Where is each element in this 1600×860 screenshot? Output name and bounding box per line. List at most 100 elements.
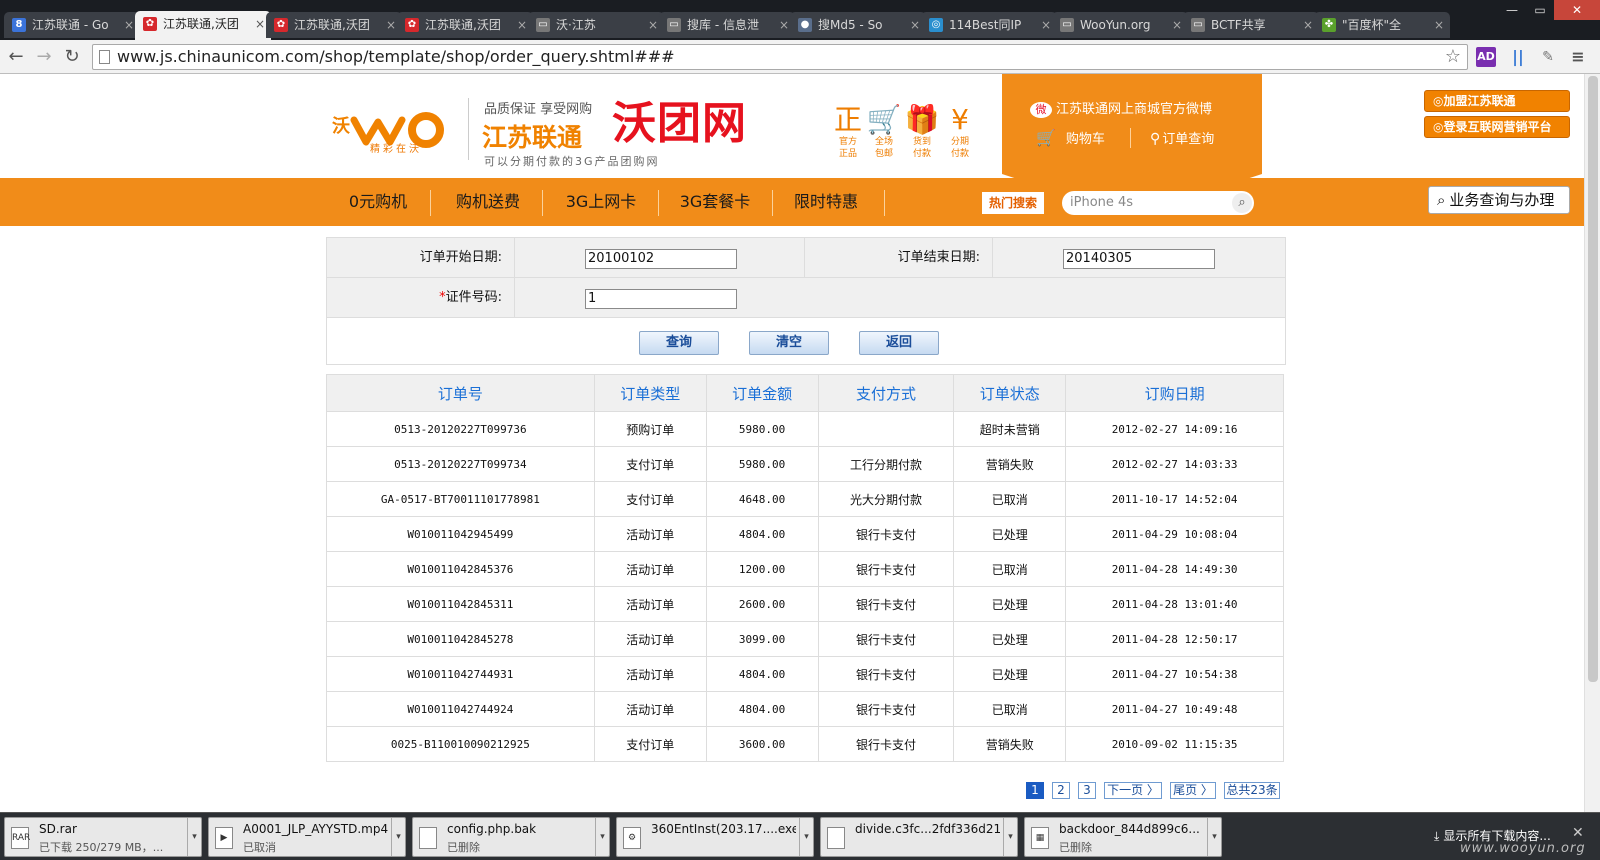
- download-arrow-icon: ⤓: [1434, 829, 1440, 843]
- table-cell: 活动订单: [593, 586, 707, 622]
- chevron-down-icon[interactable]: ▾: [799, 818, 813, 856]
- business-query-button[interactable]: ⌕ 业务查询与办理: [1428, 186, 1570, 214]
- nav-3g-data-card[interactable]: 3G上网卡: [546, 178, 656, 226]
- start-date-label: 订单开始日期:: [327, 238, 515, 278]
- tab-close-icon[interactable]: ×: [1041, 12, 1051, 38]
- nav-flash-sale[interactable]: 限时特惠: [774, 178, 878, 226]
- table-cell: 4648.00: [705, 481, 819, 517]
- next-page-button[interactable]: 下一页 〉: [1104, 782, 1162, 799]
- download-item[interactable]: config.php.bak 已删除 ▾: [412, 817, 610, 857]
- download-filename: config.php.bak: [447, 822, 537, 836]
- page-2[interactable]: 2: [1052, 782, 1070, 799]
- weibo-link[interactable]: 微江苏联通网上商城官方微博: [1030, 98, 1212, 118]
- page-3[interactable]: 3: [1078, 782, 1096, 799]
- search-input[interactable]: iPhone 4s: [1062, 191, 1254, 215]
- tab-close-icon[interactable]: ×: [1434, 12, 1444, 38]
- browser-tab[interactable]: ◎ 114Best同IP ×: [921, 12, 1057, 38]
- tab-close-icon[interactable]: ×: [1303, 12, 1313, 38]
- join-unicom-button[interactable]: ◎加盟江苏联通: [1424, 90, 1570, 112]
- weibo-icon: 微: [1030, 102, 1052, 118]
- tab-close-icon[interactable]: ×: [517, 12, 527, 38]
- table-cell: W010011042945499: [326, 516, 595, 552]
- download-status: 已删除: [447, 841, 480, 854]
- browser-tab[interactable]: 8 江苏联通 - Go ×: [4, 12, 140, 38]
- file-icon: ▶: [215, 827, 233, 849]
- tab-close-icon[interactable]: ×: [779, 12, 789, 38]
- reload-icon[interactable]: ↻: [60, 45, 84, 69]
- download-item[interactable]: divide.c3fc...2fdf336d21 ▾: [820, 817, 1018, 857]
- file-icon: ⚙: [623, 827, 641, 849]
- header-divider: [468, 98, 469, 160]
- marketing-login-button[interactable]: ◎登录互联网营销平台: [1424, 116, 1570, 138]
- end-date-input[interactable]: 20140305: [1063, 249, 1215, 269]
- browser-tab[interactable]: ● 搜Md5 - So ×: [790, 12, 926, 38]
- address-bar[interactable]: www.js.chinaunicom.com/shop/template/sho…: [92, 44, 1468, 70]
- download-shelf: RAR SD.rar 已下载 250/279 MB，... ▾ ▶ A0001_JLP_A…: [0, 812, 1600, 860]
- nav-phone-gift[interactable]: 购机送费: [436, 178, 540, 226]
- close-window-button[interactable]: ✕: [1554, 0, 1600, 20]
- tab-favicon-icon: ✿: [405, 18, 419, 32]
- browser-tab[interactable]: ▭ 沃·江苏 ×: [528, 12, 664, 38]
- table-cell: W010011042845278: [326, 621, 595, 657]
- browser-tab[interactable]: ✤ "百度杯"全 ×: [1314, 12, 1450, 38]
- browser-tab[interactable]: ✿ 江苏联通,沃团 ×: [266, 12, 402, 38]
- download-item[interactable]: RAR SD.rar 已下载 250/279 MB，... ▾: [4, 817, 202, 857]
- back-button[interactable]: 返回: [859, 331, 939, 355]
- chevron-down-icon[interactable]: ▾: [187, 818, 201, 856]
- last-page-button[interactable]: 尾页 〉: [1170, 782, 1216, 799]
- table-cell: 活动订单: [593, 656, 707, 692]
- browser-tab[interactable]: ▭ 搜库 - 信息泄 ×: [659, 12, 795, 38]
- chevron-down-icon[interactable]: ▾: [391, 818, 405, 856]
- id-number-input[interactable]: 1: [585, 289, 737, 309]
- back-arrow-icon[interactable]: ←: [4, 45, 28, 69]
- extension-bars-icon[interactable]: ||: [1508, 47, 1528, 67]
- adblock-extension-icon[interactable]: AD: [1476, 47, 1496, 67]
- nav-zero-yuan-phone[interactable]: 0元购机: [330, 178, 426, 226]
- cart-link[interactable]: 🛒 购物车: [1036, 128, 1105, 147]
- minimize-button[interactable]: —: [1498, 0, 1526, 20]
- tab-close-icon[interactable]: ×: [648, 12, 658, 38]
- scrollbar-thumb[interactable]: [1588, 76, 1598, 682]
- extension-tool-icon[interactable]: ✎: [1538, 47, 1558, 67]
- download-item[interactable]: ▦ backdoor_844d899c6... 已删除 ▾: [1024, 817, 1222, 857]
- maximize-button[interactable]: ▭: [1526, 0, 1554, 20]
- forward-arrow-icon[interactable]: →: [32, 45, 56, 69]
- url-text[interactable]: www.js.chinaunicom.com/shop/template/sho…: [117, 45, 675, 69]
- tab-close-icon[interactable]: ×: [910, 12, 920, 38]
- tab-close-icon[interactable]: ×: [255, 11, 265, 37]
- search-icon[interactable]: ⌕: [1232, 193, 1252, 213]
- yuan-icon: ¥: [951, 103, 969, 136]
- order-query-link[interactable]: ⚲ 订单查询: [1150, 128, 1214, 147]
- nav-3g-plan-card[interactable]: 3G套餐卡: [660, 178, 770, 226]
- chevron-down-icon[interactable]: ▾: [1003, 818, 1017, 856]
- chevron-down-icon[interactable]: ▾: [595, 818, 609, 856]
- brand-wotuan[interactable]: 沃团网: [612, 98, 747, 150]
- download-item[interactable]: ⚙ 360EntInst(203.17....exe ▾: [616, 817, 814, 857]
- hot-search-button[interactable]: 热门搜索: [982, 192, 1044, 214]
- browser-tab[interactable]: ✿ 江苏联通,沃团 ×: [397, 12, 533, 38]
- logo-slogan: 精彩在沃: [370, 144, 422, 155]
- tab-close-icon[interactable]: ×: [124, 12, 134, 38]
- table-cell: 已处理: [953, 516, 1067, 552]
- browser-tab[interactable]: ✿ 江苏联通,沃团 ×: [135, 11, 271, 40]
- start-date-input[interactable]: 20100102: [585, 249, 737, 269]
- page-scrollbar[interactable]: [1584, 74, 1600, 812]
- table-cell: [817, 411, 955, 447]
- chevron-down-icon[interactable]: ▾: [1207, 818, 1221, 856]
- tab-title: 江苏联通,沃团: [425, 18, 501, 32]
- browser-tab[interactable]: ▭ BCTF共享 ×: [1183, 12, 1319, 38]
- tab-close-icon[interactable]: ×: [1172, 12, 1182, 38]
- menu-icon[interactable]: ≡: [1568, 47, 1588, 67]
- file-icon: [419, 827, 437, 849]
- total-count: 总共23条: [1224, 782, 1280, 799]
- query-button[interactable]: 查询: [639, 331, 719, 355]
- table-cell: 活动订单: [593, 551, 707, 587]
- close-shelf-icon[interactable]: ✕: [1572, 825, 1584, 841]
- page-1[interactable]: 1: [1026, 782, 1044, 799]
- tab-title: 沃·江苏: [556, 18, 596, 32]
- tab-close-icon[interactable]: ×: [386, 12, 396, 38]
- download-item[interactable]: ▶ A0001_JLP_AYYSTD.mp4 已取消 ▾: [208, 817, 406, 857]
- browser-tab[interactable]: ▭ WooYun.org ×: [1052, 12, 1188, 38]
- bookmark-star-icon[interactable]: ☆: [1445, 45, 1461, 69]
- clear-button[interactable]: 清空: [749, 331, 829, 355]
